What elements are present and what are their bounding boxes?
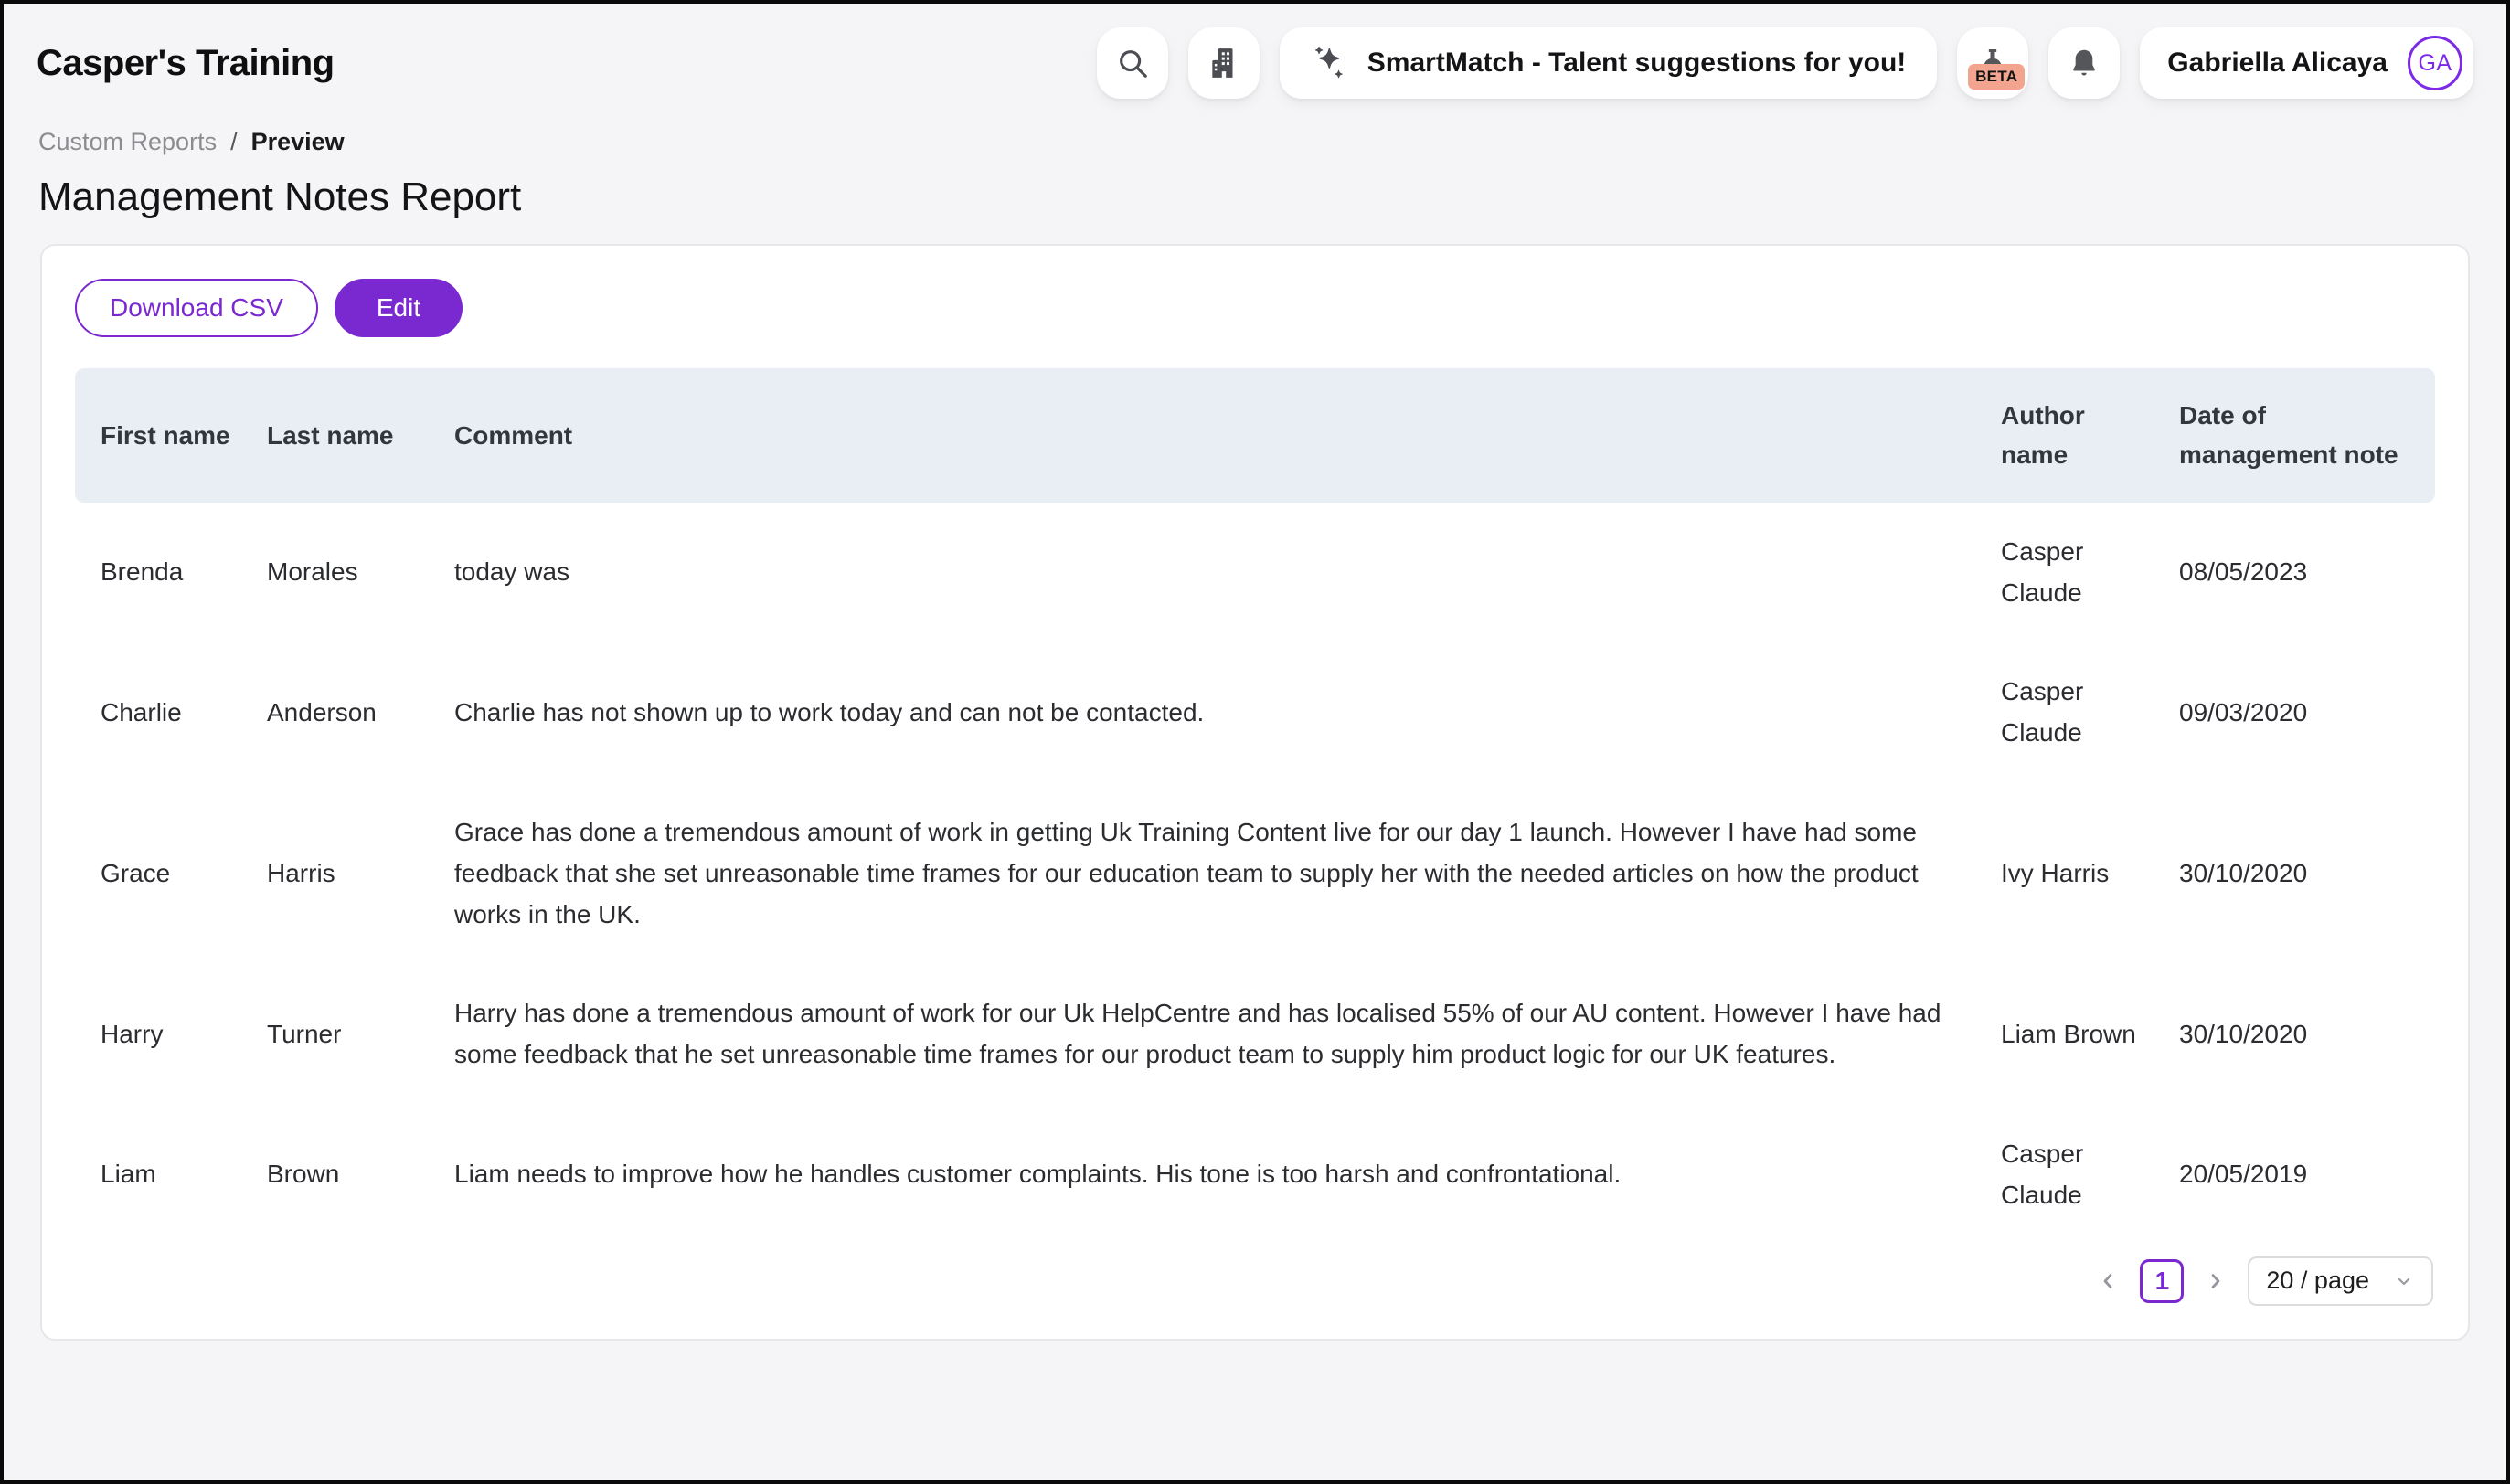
search-icon — [1115, 46, 1150, 80]
app-window: Casper's Training — [0, 0, 2510, 1484]
edit-button[interactable]: Edit — [335, 279, 463, 337]
toolbar: Download CSV Edit — [75, 279, 2435, 337]
bell-icon — [2068, 47, 2101, 80]
cell-comment: today was — [436, 503, 1983, 643]
cell-first-name: Liam — [75, 1105, 249, 1246]
cell-first-name: Grace — [75, 783, 249, 964]
chevron-left-icon — [2095, 1268, 2121, 1294]
cell-first-name: Brenda — [75, 503, 249, 643]
table-body: Brenda Morales today was Casper Claude 0… — [75, 503, 2435, 1246]
cell-comment: Charlie has not shown up to work today a… — [436, 642, 1983, 783]
building-icon — [1207, 46, 1241, 80]
column-header-author-name: Author name — [1983, 368, 2161, 503]
pagination: 1 20 / page — [75, 1256, 2435, 1306]
breadcrumb-current: Preview — [251, 128, 345, 156]
report-card: Download CSV Edit First name Last name C… — [40, 244, 2470, 1341]
table-row: Harry Turner Harry has done a tremendous… — [75, 964, 2435, 1105]
cell-date: 08/05/2023 — [2161, 503, 2435, 643]
labs-button[interactable]: BETA — [1957, 27, 2028, 99]
cell-author-name: Casper Claude — [1983, 642, 2161, 783]
top-bar: Casper's Training — [4, 4, 2506, 113]
cell-last-name: Turner — [249, 964, 436, 1105]
top-bar-actions: SmartMatch - Talent suggestions for you!… — [1097, 27, 2473, 99]
page-size-select[interactable]: 20 / page — [2248, 1256, 2433, 1306]
cell-last-name: Anderson — [249, 642, 436, 783]
table-row: Grace Harris Grace has done a tremendous… — [75, 783, 2435, 964]
table-header: First name Last name Comment Author name… — [75, 368, 2435, 503]
beta-badge: BETA — [1968, 64, 2025, 90]
column-header-date: Date of management note — [2161, 368, 2435, 503]
cell-author-name: Casper Claude — [1983, 503, 2161, 643]
app-logo: Casper's Training — [37, 43, 335, 84]
next-page-button[interactable] — [2200, 1266, 2231, 1297]
avatar: GA — [2408, 36, 2462, 90]
smartmatch-label: SmartMatch - Talent suggestions for you! — [1367, 48, 1907, 79]
sparkles-icon — [1311, 43, 1351, 83]
cell-author-name: Liam Brown — [1983, 964, 2161, 1105]
current-page-button[interactable]: 1 — [2140, 1259, 2184, 1303]
search-button[interactable] — [1097, 27, 1168, 99]
cell-date: 30/10/2020 — [2161, 964, 2435, 1105]
cell-date: 20/05/2019 — [2161, 1105, 2435, 1246]
breadcrumb: Custom Reports / Preview — [4, 128, 2506, 156]
table-row: Charlie Anderson Charlie has not shown u… — [75, 642, 2435, 783]
cell-last-name: Harris — [249, 783, 436, 964]
cell-last-name: Morales — [249, 503, 436, 643]
table-row: Liam Brown Liam needs to improve how he … — [75, 1105, 2435, 1246]
column-header-comment: Comment — [436, 368, 1983, 503]
chevron-down-icon — [2393, 1270, 2415, 1292]
column-header-last-name: Last name — [249, 368, 436, 503]
table-row: Brenda Morales today was Casper Claude 0… — [75, 503, 2435, 643]
cell-comment: Liam needs to improve how he handles cus… — [436, 1105, 1983, 1246]
cell-comment: Harry has done a tremendous amount of wo… — [436, 964, 1983, 1105]
cell-author-name: Casper Claude — [1983, 1105, 2161, 1246]
breadcrumb-separator: / — [230, 128, 238, 156]
report-table: First name Last name Comment Author name… — [75, 368, 2435, 1246]
download-csv-button[interactable]: Download CSV — [75, 279, 318, 337]
company-switcher-button[interactable] — [1188, 27, 1260, 99]
breadcrumb-custom-reports[interactable]: Custom Reports — [38, 128, 217, 156]
notifications-button[interactable] — [2048, 27, 2120, 99]
cell-comment: Grace has done a tremendous amount of wo… — [436, 783, 1983, 964]
cell-first-name: Harry — [75, 964, 249, 1105]
cell-first-name: Charlie — [75, 642, 249, 783]
chevron-right-icon — [2203, 1268, 2228, 1294]
user-menu[interactable]: Gabriella Alicaya GA — [2140, 27, 2473, 99]
prev-page-button[interactable] — [2092, 1266, 2123, 1297]
cell-date: 09/03/2020 — [2161, 642, 2435, 783]
smartmatch-banner-button[interactable]: SmartMatch - Talent suggestions for you! — [1280, 27, 1938, 99]
column-header-first-name: First name — [75, 368, 249, 503]
user-name: Gabriella Alicaya — [2167, 48, 2388, 79]
page-title: Management Notes Report — [4, 175, 2506, 220]
page-size-value: 20 / page — [2266, 1267, 2369, 1295]
cell-author-name: Ivy Harris — [1983, 783, 2161, 964]
cell-date: 30/10/2020 — [2161, 783, 2435, 964]
cell-last-name: Brown — [249, 1105, 436, 1246]
